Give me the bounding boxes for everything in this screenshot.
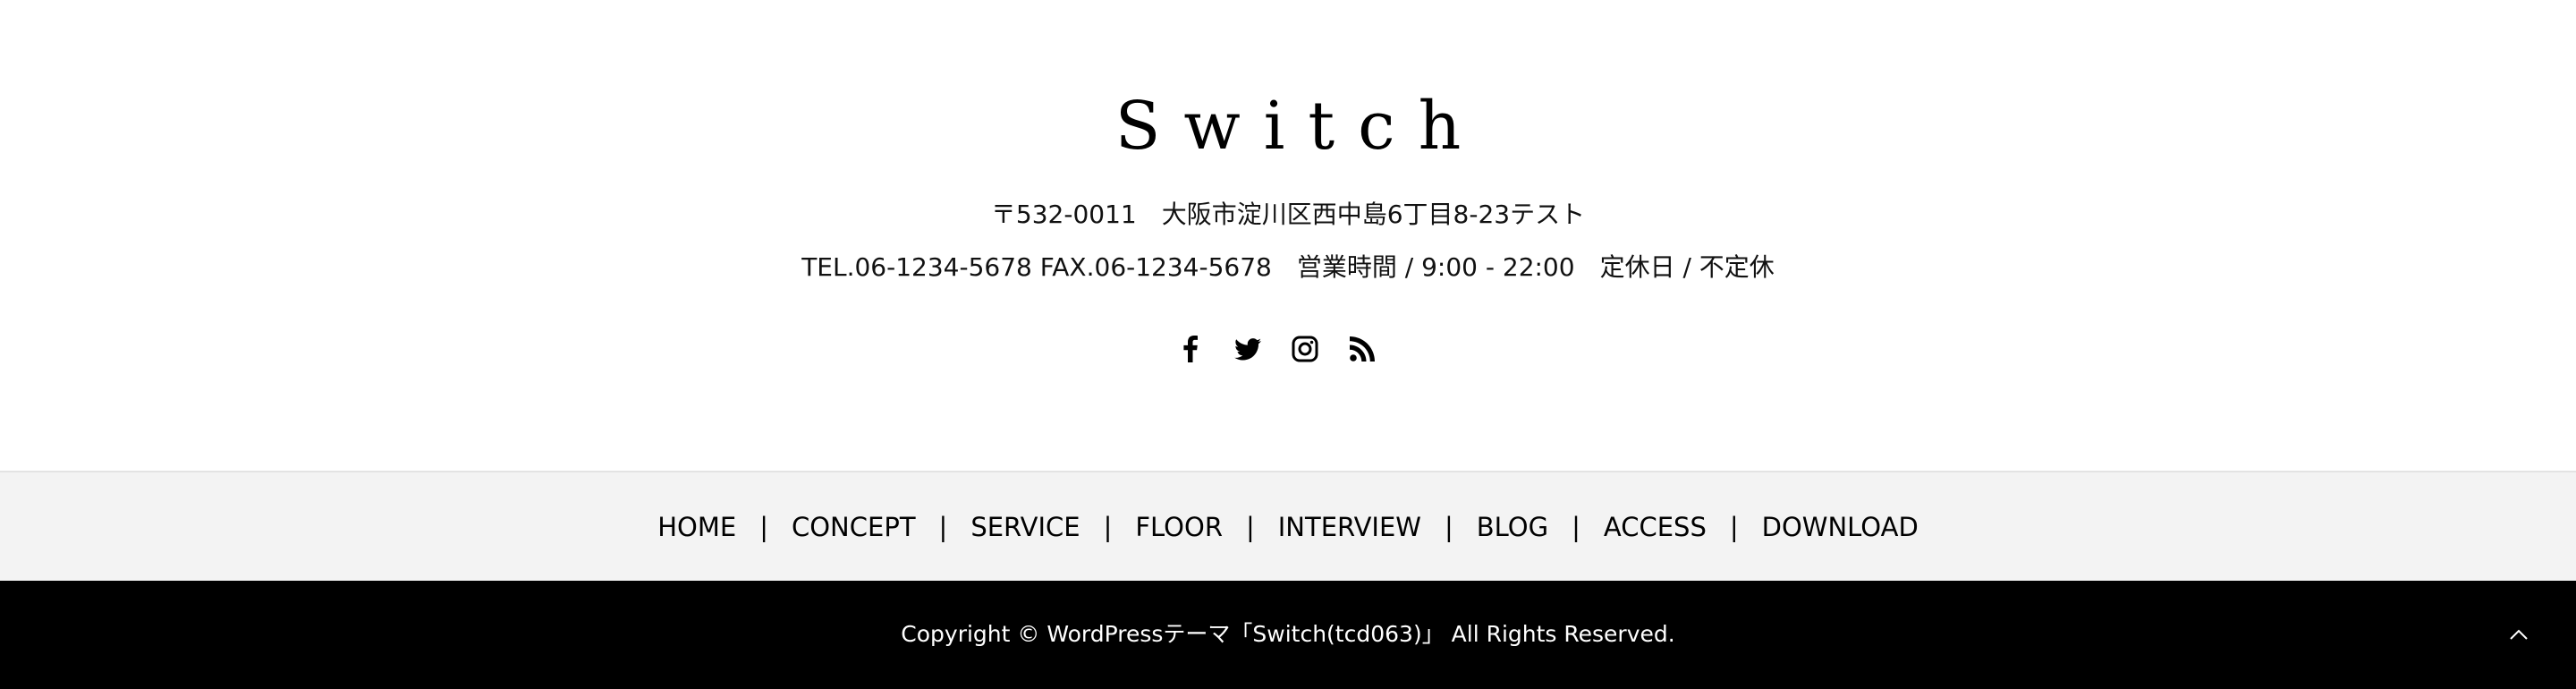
nav-separator: | <box>1445 511 1453 542</box>
nav-separator: | <box>1572 511 1580 542</box>
chevron-up-icon[interactable] <box>2497 613 2540 656</box>
copyright-text: Copyright © WordPressテーマ「Switch(tcd063)」… <box>901 621 1675 647</box>
nav-separator: | <box>759 511 768 542</box>
footer-address: 〒532-0011 大阪市淀川区西中島6丁目8-23テスト <box>990 200 1586 229</box>
nav-item-home[interactable]: HOME <box>657 512 736 542</box>
nav-item-service[interactable]: SERVICE <box>970 512 1080 542</box>
instagram-icon[interactable] <box>1290 334 1320 364</box>
nav-item-blog[interactable]: BLOG <box>1477 512 1548 542</box>
nav-separator: | <box>1729 511 1739 542</box>
twitter-icon[interactable] <box>1233 334 1263 364</box>
footer-nav-bar: HOME | CONCEPT | SERVICE | FLOOR | INTER… <box>0 471 2576 581</box>
nav-separator: | <box>1245 511 1255 542</box>
rss-icon[interactable] <box>1347 334 1377 364</box>
facebook-icon[interactable] <box>1175 334 1206 364</box>
footer-contact-info: TEL.06-1234-5678 FAX.06-1234-5678 営業時間 /… <box>801 252 1775 282</box>
social-links <box>1175 334 1377 364</box>
copyright-bar: Copyright © WordPressテーマ「Switch(tcd063)」… <box>0 581 2576 689</box>
footer-nav: HOME | CONCEPT | SERVICE | FLOOR | INTER… <box>0 472 2576 581</box>
nav-item-concept[interactable]: CONCEPT <box>792 512 916 542</box>
nav-separator: | <box>938 511 948 542</box>
nav-separator: | <box>1103 511 1113 542</box>
nav-item-floor[interactable]: FLOOR <box>1135 512 1223 542</box>
nav-item-access[interactable]: ACCESS <box>1604 512 1707 542</box>
footer-logo[interactable]: Switch <box>0 86 2576 166</box>
nav-item-download[interactable]: DOWNLOAD <box>1762 512 1919 542</box>
footer-info: Switch 〒532-0011 大阪市淀川区西中島6丁目8-23テスト TEL… <box>0 0 2576 471</box>
nav-item-interview[interactable]: INTERVIEW <box>1278 512 1421 542</box>
